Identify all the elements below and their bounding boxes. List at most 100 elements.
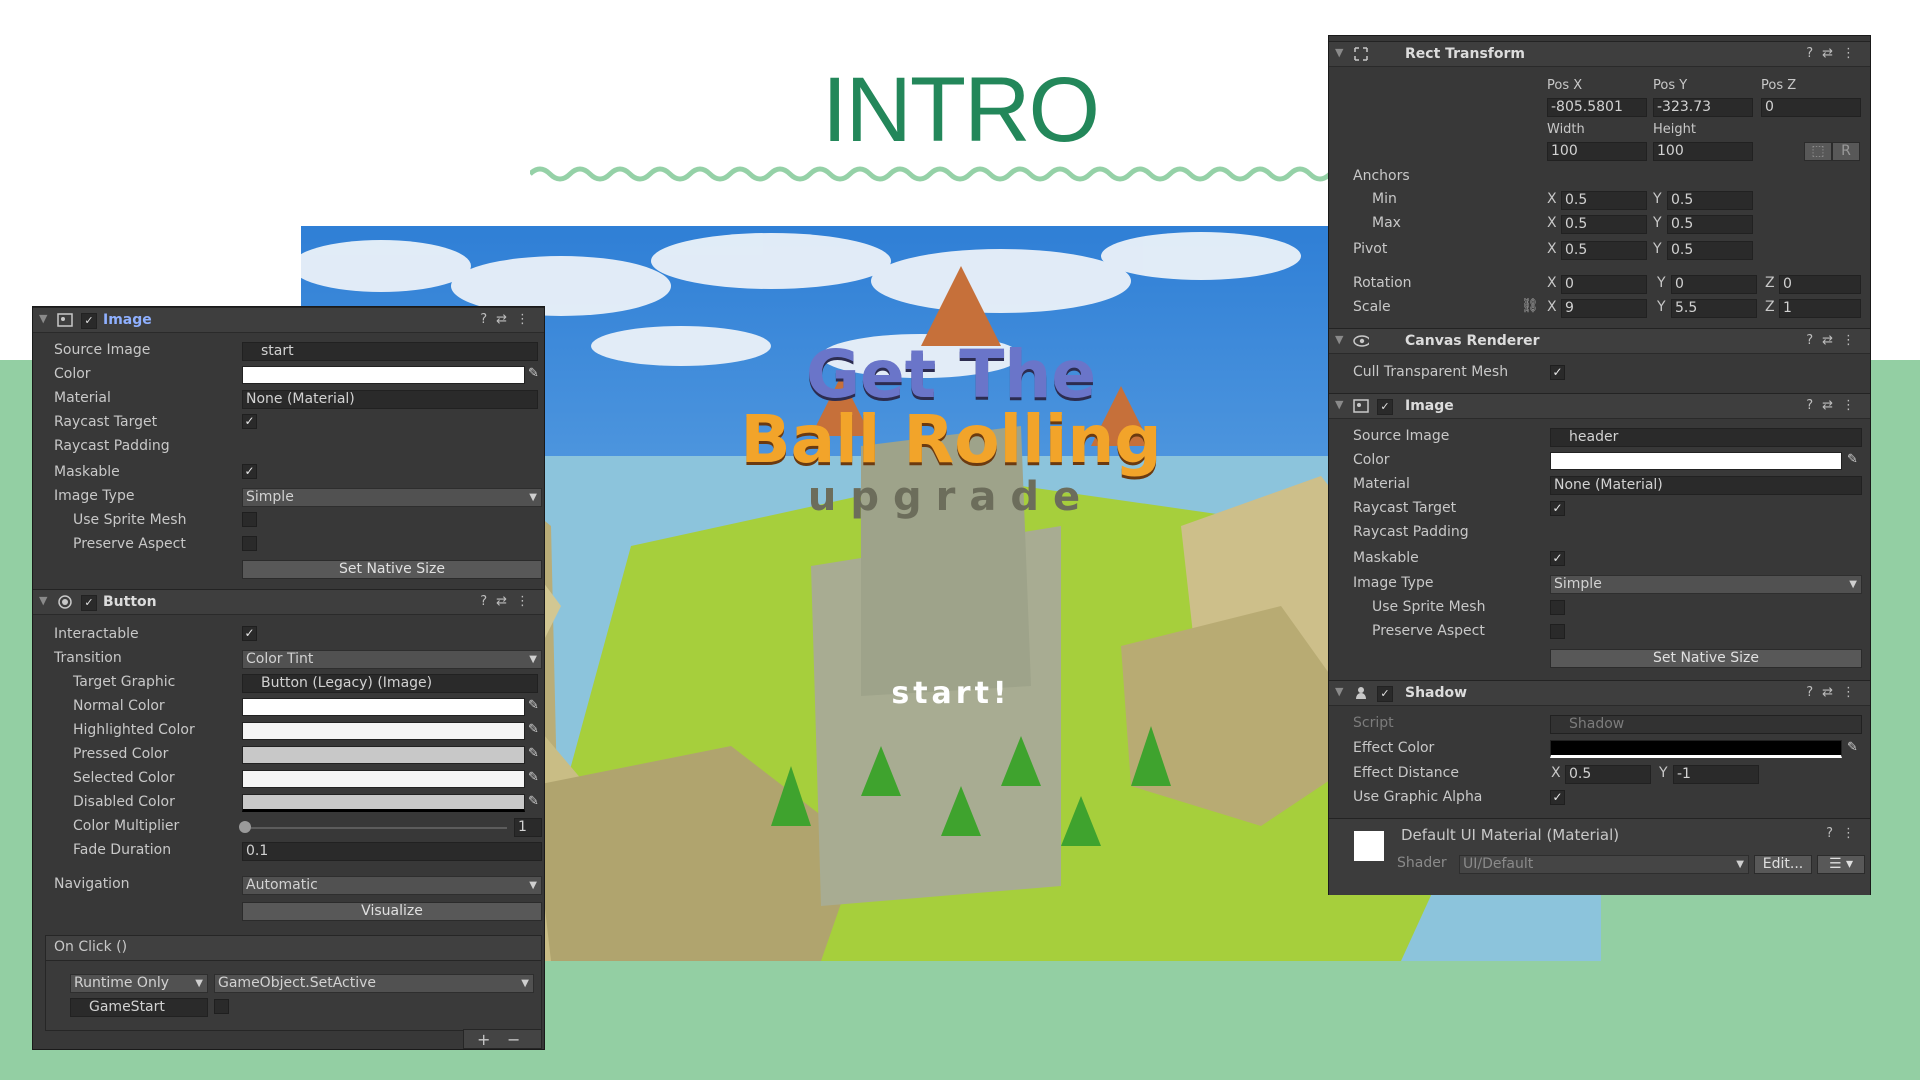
- height-field[interactable]: 100: [1653, 142, 1753, 161]
- runtime-dropdown[interactable]: Runtime Only ▼: [70, 974, 208, 993]
- edit-shader-button[interactable]: Edit...: [1754, 855, 1812, 874]
- rot-y-field[interactable]: 0: [1671, 275, 1757, 294]
- image-component-header[interactable]: ▼ ✓ Image ?⇄⋮: [33, 307, 544, 333]
- set-native-size-button[interactable]: Set Native Size: [242, 560, 542, 579]
- scale-y-field[interactable]: 5.5: [1671, 299, 1757, 318]
- header-actions[interactable]: ?⇄⋮: [480, 594, 538, 609]
- collapse-arrow-icon[interactable]: ▼: [1335, 398, 1343, 411]
- rot-z-field[interactable]: 0: [1779, 275, 1861, 294]
- header-actions[interactable]: ?⇄⋮: [1806, 333, 1864, 348]
- header-actions[interactable]: ?⇄⋮: [1806, 46, 1864, 61]
- maskable-checkbox[interactable]: ✓: [242, 464, 257, 479]
- raycast-padding-label[interactable]: Raycast Padding: [54, 438, 170, 454]
- shadow-component-header[interactable]: ▼ ✓ Shadow ?⇄⋮: [1329, 680, 1870, 706]
- pressed-color-field[interactable]: [242, 746, 525, 764]
- eyedropper-icon[interactable]: ✎: [1847, 740, 1858, 755]
- color-field[interactable]: [242, 366, 525, 384]
- pivot-x-field[interactable]: 0.5: [1561, 241, 1647, 260]
- scale-z-field[interactable]: 1: [1779, 299, 1861, 318]
- cull-transparent-mesh-checkbox[interactable]: ✓: [1550, 365, 1565, 380]
- button-component-header[interactable]: ▼ ✓ Button ?⇄⋮: [33, 589, 544, 615]
- eyedropper-icon[interactable]: ✎: [528, 794, 539, 809]
- dist-x-field[interactable]: 0.5: [1565, 765, 1651, 784]
- interactable-checkbox[interactable]: ✓: [242, 626, 257, 641]
- preserve-aspect-checkbox[interactable]: [1550, 624, 1565, 639]
- max-x-field[interactable]: 0.5: [1561, 215, 1647, 234]
- set-active-checkbox[interactable]: [214, 999, 229, 1014]
- eyedropper-icon[interactable]: ✎: [1847, 452, 1858, 467]
- normal-color-field[interactable]: [242, 698, 525, 716]
- shader-dropdown[interactable]: UI/Default ▼: [1459, 855, 1749, 874]
- fade-duration-field[interactable]: 0.1: [242, 842, 542, 861]
- image-type-dropdown[interactable]: Simple ▼: [242, 488, 542, 507]
- min-y-field[interactable]: 0.5: [1667, 191, 1753, 210]
- use-graphic-alpha-checkbox[interactable]: ✓: [1550, 790, 1565, 805]
- dist-y-field[interactable]: -1: [1673, 765, 1759, 784]
- pivot-y-field[interactable]: 0.5: [1667, 241, 1753, 260]
- header-actions[interactable]: ?⇄⋮: [1806, 398, 1864, 413]
- game-start-label[interactable]: start!: [851, 676, 1051, 711]
- header-actions[interactable]: ?⇄⋮: [1806, 685, 1864, 700]
- blueprint-mode-button[interactable]: ⬚: [1804, 142, 1832, 161]
- disabled-color-field[interactable]: [242, 794, 525, 812]
- remove-event-button[interactable]: −: [507, 1030, 520, 1049]
- rect-transform-header[interactable]: ▼ Rect Transform ?⇄⋮: [1329, 41, 1870, 67]
- set-native-size-button[interactable]: Set Native Size: [1550, 649, 1862, 668]
- function-dropdown[interactable]: GameObject.SetActive ▼: [214, 974, 534, 993]
- slider-handle[interactable]: [239, 821, 251, 833]
- source-image-field[interactable]: start: [242, 342, 538, 361]
- raycast-target-checkbox[interactable]: ✓: [242, 414, 257, 429]
- image-component-header[interactable]: ▼ ✓ Image ?⇄⋮: [1329, 393, 1870, 419]
- raycast-padding-label[interactable]: Raycast Padding: [1353, 524, 1469, 540]
- image-enabled-checkbox[interactable]: ✓: [1377, 399, 1393, 415]
- color-multiplier-slider[interactable]: [245, 827, 507, 829]
- visualize-button[interactable]: Visualize: [242, 902, 542, 921]
- header-actions[interactable]: ?⇄⋮: [480, 312, 538, 327]
- unlink-icon[interactable]: ⛓: [1521, 298, 1539, 314]
- button-enabled-checkbox[interactable]: ✓: [81, 595, 97, 611]
- canvas-renderer-header[interactable]: ▼ Canvas Renderer ?⇄⋮: [1329, 328, 1870, 354]
- collapse-arrow-icon[interactable]: ▼: [1335, 333, 1343, 346]
- eyedropper-icon[interactable]: ✎: [528, 746, 539, 761]
- selected-color-field[interactable]: [242, 770, 525, 788]
- transition-dropdown[interactable]: Color Tint ▼: [242, 650, 542, 669]
- use-sprite-mesh-checkbox[interactable]: [1550, 600, 1565, 615]
- image-type-dropdown[interactable]: Simple ▼: [1550, 575, 1862, 594]
- highlighted-color-field[interactable]: [242, 722, 525, 740]
- pos-z-field[interactable]: 0: [1761, 98, 1861, 117]
- maskable-checkbox[interactable]: ✓: [1550, 551, 1565, 566]
- eyedropper-icon[interactable]: ✎: [528, 770, 539, 785]
- target-graphic-field[interactable]: Button (Legacy) (Image): [242, 674, 538, 693]
- color-multiplier-field[interactable]: 1: [514, 818, 542, 837]
- max-y-field[interactable]: 0.5: [1667, 215, 1753, 234]
- navigation-dropdown[interactable]: Automatic ▼: [242, 876, 542, 895]
- material-field[interactable]: None (Material): [1550, 476, 1862, 495]
- add-event-button[interactable]: +: [477, 1030, 490, 1049]
- pos-x-field[interactable]: -805.5801: [1547, 98, 1647, 117]
- use-sprite-mesh-checkbox[interactable]: [242, 512, 257, 527]
- preserve-aspect-checkbox[interactable]: [242, 536, 257, 551]
- raw-edit-button[interactable]: R: [1832, 142, 1860, 161]
- raycast-target-checkbox[interactable]: ✓: [1550, 501, 1565, 516]
- eyedropper-icon[interactable]: ✎: [528, 698, 539, 713]
- color-field[interactable]: [1550, 452, 1842, 470]
- anchors-label[interactable]: Anchors: [1353, 168, 1410, 184]
- width-field[interactable]: 100: [1547, 142, 1647, 161]
- pos-y-field[interactable]: -323.73: [1653, 98, 1753, 117]
- eyedropper-icon[interactable]: ✎: [528, 722, 539, 737]
- collapse-arrow-icon[interactable]: ▼: [39, 594, 47, 607]
- material-header-actions[interactable]: ?⋮: [1826, 826, 1864, 841]
- shader-options-button[interactable]: ☰ ▾: [1817, 855, 1865, 874]
- min-x-field[interactable]: 0.5: [1561, 191, 1647, 210]
- shadow-enabled-checkbox[interactable]: ✓: [1377, 686, 1393, 702]
- collapse-arrow-icon[interactable]: ▼: [1335, 46, 1343, 59]
- collapse-arrow-icon[interactable]: ▼: [1335, 685, 1343, 698]
- eyedropper-icon[interactable]: ✎: [528, 366, 539, 381]
- effect-color-field[interactable]: [1550, 740, 1842, 758]
- image-enabled-checkbox[interactable]: ✓: [81, 313, 97, 329]
- rot-x-field[interactable]: 0: [1561, 275, 1647, 294]
- material-field[interactable]: None (Material): [242, 390, 538, 409]
- scale-x-field[interactable]: 9: [1561, 299, 1647, 318]
- collapse-arrow-icon[interactable]: ▼: [39, 312, 47, 325]
- object-field[interactable]: GameStart: [70, 998, 208, 1017]
